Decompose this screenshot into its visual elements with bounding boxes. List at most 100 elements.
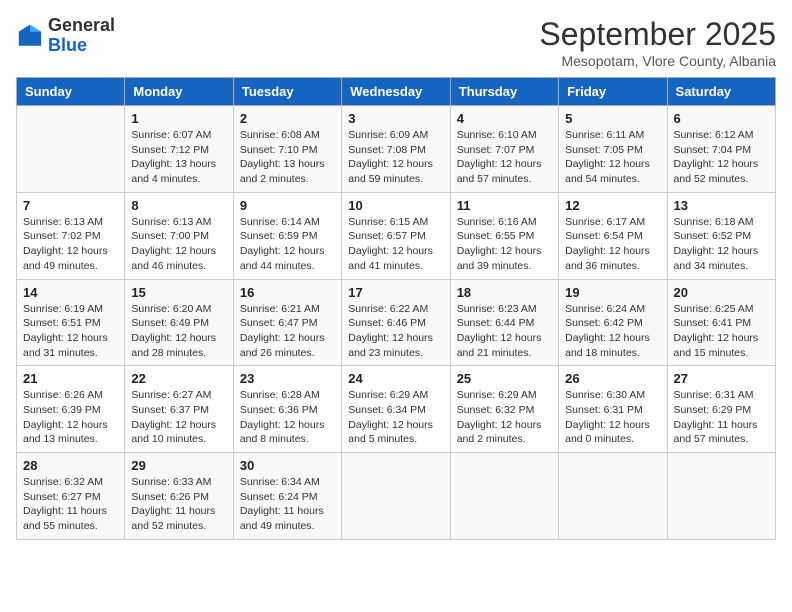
day-info: Sunrise: 6:29 AMSunset: 6:34 PMDaylight:… [348,388,443,447]
day-number: 2 [240,111,335,126]
day-number: 12 [565,198,660,213]
day-info: Sunrise: 6:29 AMSunset: 6:32 PMDaylight:… [457,388,552,447]
day-number: 21 [23,371,118,386]
calendar-cell: 2 Sunrise: 6:08 AMSunset: 7:10 PMDaylight… [233,106,341,193]
day-number: 27 [674,371,769,386]
day-number: 16 [240,285,335,300]
calendar-cell [450,453,558,540]
calendar-cell: 29Sunrise: 6:33 AMSunset: 6:26 PMDayligh… [125,453,233,540]
day-number: 9 [240,198,335,213]
day-info: Sunrise: 6:21 AMSunset: 6:47 PMDaylight:… [240,302,335,361]
day-number: 13 [674,198,769,213]
day-info: Sunrise: 6:23 AMSunset: 6:44 PMDaylight:… [457,302,552,361]
calendar-cell: 30Sunrise: 6:34 AMSunset: 6:24 PMDayligh… [233,453,341,540]
day-number: 29 [131,458,226,473]
logo-text: General Blue [48,16,115,56]
calendar-cell: 17 Sunrise: 6:22 AMSunset: 6:46 PMDayligh… [342,279,450,366]
day-info: Sunrise: 6:31 AMSunset: 6:29 PMDaylight:… [674,388,769,447]
day-info: Sunrise: 6:13 AMSunset: 7:02 PMDaylight:… [23,215,118,274]
day-number: 24 [348,371,443,386]
day-header-monday: Monday [125,78,233,106]
day-number: 25 [457,371,552,386]
day-number: 3 [348,111,443,126]
logo-blue-text: Blue [48,35,87,55]
day-number: 10 [348,198,443,213]
logo-icon [16,22,44,50]
day-number: 22 [131,371,226,386]
day-number: 1 [131,111,226,126]
calendar-cell: 26Sunrise: 6:30 AMSunset: 6:31 PMDayligh… [559,366,667,453]
day-number: 23 [240,371,335,386]
title-block: September 2025 Mesopotam, Vlore County, … [539,16,776,69]
day-number: 14 [23,285,118,300]
day-number: 15 [131,285,226,300]
day-info: Sunrise: 6:18 AMSunset: 6:52 PMDaylight:… [674,215,769,274]
calendar-cell: 16 Sunrise: 6:21 AMSunset: 6:47 PMDayligh… [233,279,341,366]
day-info: Sunrise: 6:12 AMSunset: 7:04 PMDaylight:… [674,128,769,187]
day-info: Sunrise: 6:26 AMSunset: 6:39 PMDaylight:… [23,388,118,447]
day-info: Sunrise: 6:15 AMSunset: 6:57 PMDaylight:… [348,215,443,274]
location-text: Mesopotam, Vlore County, Albania [539,53,776,69]
day-header-tuesday: Tuesday [233,78,341,106]
calendar-cell: 27 Sunrise: 6:31 AMSunset: 6:29 PMDayligh… [667,366,775,453]
day-info: Sunrise: 6:13 AMSunset: 7:00 PMDaylight:… [131,215,226,274]
day-number: 19 [565,285,660,300]
calendar-week-5: 28 Sunrise: 6:32 AMSunset: 6:27 PMDayligh… [17,453,776,540]
calendar-cell: 3 Sunrise: 6:09 AMSunset: 7:08 PMDaylight… [342,106,450,193]
logo-general-text: General [48,15,115,35]
calendar-cell: 15 Sunrise: 6:20 AMSunset: 6:49 PMDayligh… [125,279,233,366]
day-info: Sunrise: 6:27 AMSunset: 6:37 PMDaylight:… [131,388,226,447]
day-info: Sunrise: 6:16 AMSunset: 6:55 PMDaylight:… [457,215,552,274]
calendar-cell: 8Sunrise: 6:13 AMSunset: 7:00 PMDaylight… [125,192,233,279]
logo: General Blue [16,16,115,56]
day-info: Sunrise: 6:14 AMSunset: 6:59 PMDaylight:… [240,215,335,274]
day-info: Sunrise: 6:22 AMSunset: 6:46 PMDaylight:… [348,302,443,361]
day-info: Sunrise: 6:09 AMSunset: 7:08 PMDaylight:… [348,128,443,187]
calendar-cell: 13 Sunrise: 6:18 AMSunset: 6:52 PMDayligh… [667,192,775,279]
calendar-week-1: 1 Sunrise: 6:07 AMSunset: 7:12 PMDaylight… [17,106,776,193]
day-header-wednesday: Wednesday [342,78,450,106]
calendar-cell: 25 Sunrise: 6:29 AMSunset: 6:32 PMDayligh… [450,366,558,453]
day-number: 20 [674,285,769,300]
day-info: Sunrise: 6:07 AMSunset: 7:12 PMDaylight:… [131,128,226,187]
calendar-cell [667,453,775,540]
calendar-week-4: 21 Sunrise: 6:26 AMSunset: 6:39 PMDayligh… [17,366,776,453]
day-number: 17 [348,285,443,300]
day-number: 11 [457,198,552,213]
calendar-cell: 20 Sunrise: 6:25 AMSunset: 6:41 PMDayligh… [667,279,775,366]
calendar-cell: 5Sunrise: 6:11 AMSunset: 7:05 PMDaylight… [559,106,667,193]
calendar-cell: 24 Sunrise: 6:29 AMSunset: 6:34 PMDayligh… [342,366,450,453]
calendar-cell: 28 Sunrise: 6:32 AMSunset: 6:27 PMDayligh… [17,453,125,540]
day-header-friday: Friday [559,78,667,106]
calendar-cell: 11 Sunrise: 6:16 AMSunset: 6:55 PMDayligh… [450,192,558,279]
day-info: Sunrise: 6:08 AMSunset: 7:10 PMDaylight:… [240,128,335,187]
calendar-cell: 12Sunrise: 6:17 AMSunset: 6:54 PMDayligh… [559,192,667,279]
calendar-week-2: 7 Sunrise: 6:13 AMSunset: 7:02 PMDaylight… [17,192,776,279]
day-info: Sunrise: 6:30 AMSunset: 6:31 PMDaylight:… [565,388,660,447]
day-info: Sunrise: 6:10 AMSunset: 7:07 PMDaylight:… [457,128,552,187]
day-number: 28 [23,458,118,473]
day-number: 5 [565,111,660,126]
page-header: General Blue September 2025 Mesopotam, V… [16,16,776,69]
calendar-cell: 18 Sunrise: 6:23 AMSunset: 6:44 PMDayligh… [450,279,558,366]
day-number: 4 [457,111,552,126]
day-header-saturday: Saturday [667,78,775,106]
day-info: Sunrise: 6:19 AMSunset: 6:51 PMDaylight:… [23,302,118,361]
calendar-cell: 23Sunrise: 6:28 AMSunset: 6:36 PMDayligh… [233,366,341,453]
day-info: Sunrise: 6:32 AMSunset: 6:27 PMDaylight:… [23,475,118,534]
calendar-cell: 14 Sunrise: 6:19 AMSunset: 6:51 PMDayligh… [17,279,125,366]
day-info: Sunrise: 6:25 AMSunset: 6:41 PMDaylight:… [674,302,769,361]
calendar-cell [559,453,667,540]
month-title: September 2025 [539,16,776,53]
calendar-cell: 7 Sunrise: 6:13 AMSunset: 7:02 PMDaylight… [17,192,125,279]
calendar-table: SundayMondayTuesdayWednesdayThursdayFrid… [16,77,776,540]
day-number: 18 [457,285,552,300]
calendar-cell: 6Sunrise: 6:12 AMSunset: 7:04 PMDaylight… [667,106,775,193]
calendar-week-3: 14 Sunrise: 6:19 AMSunset: 6:51 PMDayligh… [17,279,776,366]
day-info: Sunrise: 6:24 AMSunset: 6:42 PMDaylight:… [565,302,660,361]
day-number: 7 [23,198,118,213]
calendar-cell: 19 Sunrise: 6:24 AMSunset: 6:42 PMDayligh… [559,279,667,366]
day-info: Sunrise: 6:34 AMSunset: 6:24 PMDaylight:… [240,475,335,534]
calendar-cell: 22 Sunrise: 6:27 AMSunset: 6:37 PMDayligh… [125,366,233,453]
day-info: Sunrise: 6:20 AMSunset: 6:49 PMDaylight:… [131,302,226,361]
